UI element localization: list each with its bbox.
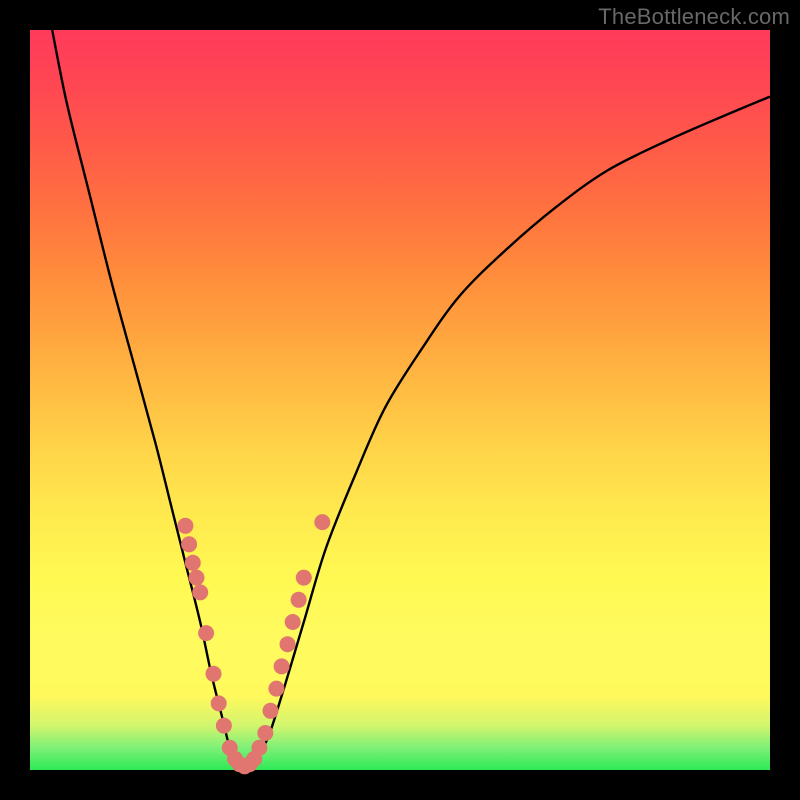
curve-marker <box>192 584 208 600</box>
curve-marker <box>185 555 201 571</box>
plot-area <box>30 30 770 770</box>
watermark-text: TheBottleneck.com <box>598 4 790 30</box>
curve-marker <box>216 718 232 734</box>
bottleneck-curve-path <box>52 30 770 766</box>
curve-marker <box>211 695 227 711</box>
chart-frame: TheBottleneck.com <box>0 0 800 800</box>
curve-marker <box>251 740 267 756</box>
curve-marker <box>257 725 273 741</box>
curve-marker <box>198 625 214 641</box>
bottleneck-curve-svg <box>30 30 770 770</box>
curve-marker <box>177 518 193 534</box>
curve-marker <box>296 570 312 586</box>
curve-marker <box>314 514 330 530</box>
curve-marker <box>274 658 290 674</box>
curve-marker <box>285 614 301 630</box>
curve-marker <box>291 592 307 608</box>
curve-markers <box>177 514 330 774</box>
curve-marker <box>263 703 279 719</box>
curve-marker <box>268 681 284 697</box>
curve-marker <box>206 666 222 682</box>
curve-marker <box>181 536 197 552</box>
curve-marker <box>280 636 296 652</box>
curve-marker <box>189 570 205 586</box>
